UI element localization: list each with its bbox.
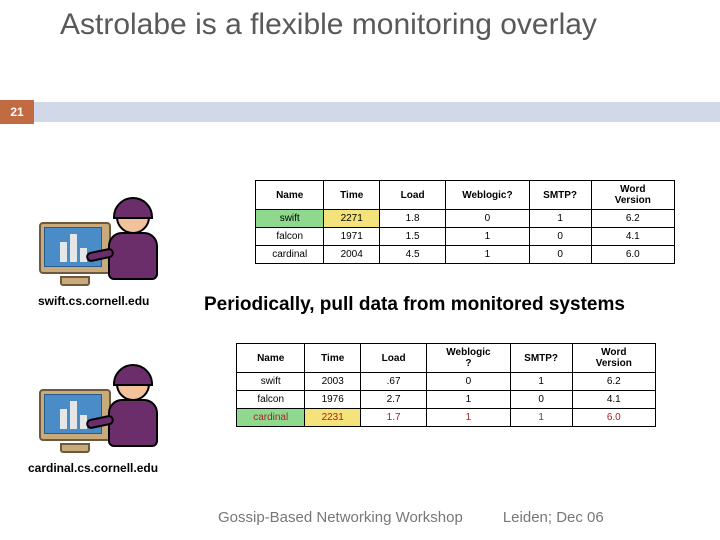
footer: Gossip-Based Networking Workshop Leiden;…	[218, 509, 604, 526]
footer-right: Leiden; Dec 06	[503, 509, 604, 526]
cell-smtp: 0	[529, 246, 591, 264]
cell-word: 4.1	[591, 228, 674, 246]
col-name: Name	[237, 344, 305, 373]
cell-name: cardinal	[256, 246, 324, 264]
cell-time: 1976	[305, 391, 361, 409]
cell-smtp: 1	[510, 373, 572, 391]
person-icon	[102, 365, 164, 453]
slide-title: Astrolabe is a flexible monitoring overl…	[60, 8, 700, 43]
col-weblogic: Weblogic ?	[427, 344, 510, 373]
cell-name: swift	[256, 210, 324, 228]
table-row: falcon 1971 1.5 1 0 4.1	[256, 228, 675, 246]
footer-left: Gossip-Based Networking Workshop	[218, 509, 463, 526]
table-row: cardinal 2004 4.5 1 0 6.0	[256, 246, 675, 264]
cell-load: 1.7	[360, 409, 426, 427]
cell-word: 6.2	[591, 210, 674, 228]
clipart-workstation-2	[36, 365, 164, 453]
cell-weblogic: 0	[427, 373, 510, 391]
col-name: Name	[256, 181, 324, 210]
col-time: Time	[305, 344, 361, 373]
cell-weblogic: 1	[446, 228, 529, 246]
caption-swift: swift.cs.cornell.edu	[38, 294, 149, 308]
cell-word: 4.1	[572, 391, 655, 409]
col-time: Time	[324, 181, 380, 210]
table-header-row: Name Time Load Weblogic? SMTP? Word Vers…	[256, 181, 675, 210]
body-text: Periodically, pull data from monitored s…	[204, 294, 625, 316]
table-row: falcon 1976 2.7 1 0 4.1	[237, 391, 656, 409]
col-smtp: SMTP?	[529, 181, 591, 210]
cell-weblogic: 1	[446, 246, 529, 264]
table-row: swift 2271 1.8 0 1 6.2	[256, 210, 675, 228]
page-number-badge: 21	[0, 100, 34, 124]
status-table-1: Name Time Load Weblogic? SMTP? Word Vers…	[255, 180, 675, 264]
cell-load: 1.8	[379, 210, 445, 228]
col-word: Word Version	[591, 181, 674, 210]
cell-word: 6.2	[572, 373, 655, 391]
col-word: Word Version	[572, 344, 655, 373]
cell-name: cardinal	[237, 409, 305, 427]
cell-smtp: 1	[510, 409, 572, 427]
slide: Astrolabe is a flexible monitoring overl…	[0, 0, 720, 540]
title-underline-bar	[0, 102, 720, 122]
status-table-2: Name Time Load Weblogic ? SMTP? Word Ver…	[236, 343, 656, 427]
cell-smtp: 0	[510, 391, 572, 409]
person-icon	[102, 198, 164, 286]
cell-load: 1.5	[379, 228, 445, 246]
cell-load: .67	[360, 373, 426, 391]
clipart-workstation-1	[36, 198, 164, 286]
cell-name: swift	[237, 373, 305, 391]
col-smtp: SMTP?	[510, 344, 572, 373]
caption-cardinal: cardinal.cs.cornell.edu	[28, 461, 158, 475]
cell-load: 4.5	[379, 246, 445, 264]
cell-time: 2004	[324, 246, 380, 264]
col-weblogic: Weblogic?	[446, 181, 529, 210]
cell-word: 6.0	[572, 409, 655, 427]
cell-name: falcon	[237, 391, 305, 409]
cell-name: falcon	[256, 228, 324, 246]
cell-time: 2231	[305, 409, 361, 427]
cell-load: 2.7	[360, 391, 426, 409]
cell-weblogic: 0	[446, 210, 529, 228]
col-load: Load	[379, 181, 445, 210]
col-load: Load	[360, 344, 426, 373]
cell-time: 2003	[305, 373, 361, 391]
cell-smtp: 1	[529, 210, 591, 228]
cell-smtp: 0	[529, 228, 591, 246]
cell-weblogic: 1	[427, 391, 510, 409]
table-row: cardinal 2231 1.7 1 1 6.0	[237, 409, 656, 427]
table-header-row: Name Time Load Weblogic ? SMTP? Word Ver…	[237, 344, 656, 373]
cell-time: 2271	[324, 210, 380, 228]
cell-word: 6.0	[591, 246, 674, 264]
cell-time: 1971	[324, 228, 380, 246]
cell-weblogic: 1	[427, 409, 510, 427]
table-row: swift 2003 .67 0 1 6.2	[237, 373, 656, 391]
title-area: Astrolabe is a flexible monitoring overl…	[0, 0, 720, 47]
